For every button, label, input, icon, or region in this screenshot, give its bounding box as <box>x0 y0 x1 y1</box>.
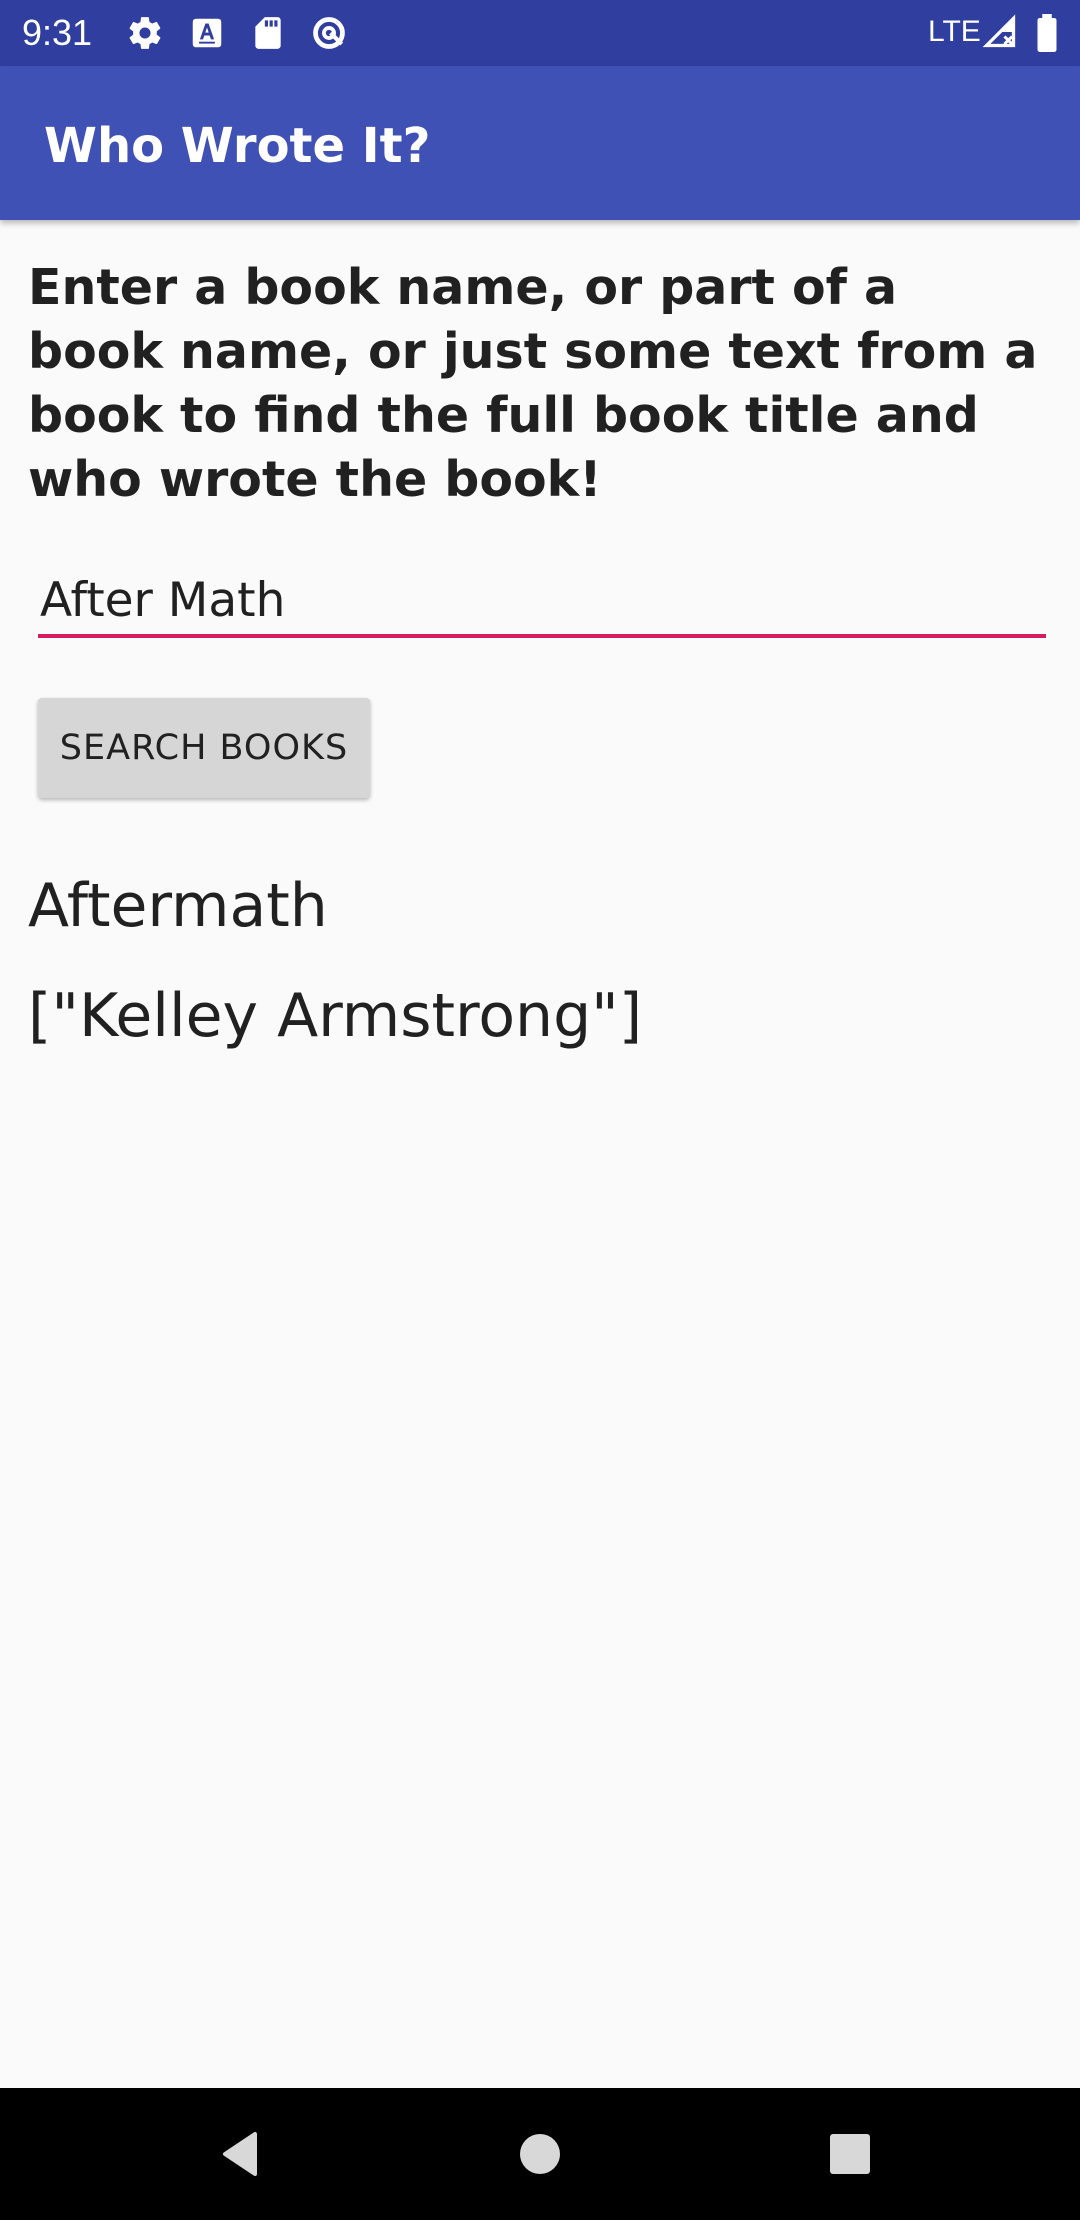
recents-icon[interactable] <box>784 2088 916 2220</box>
text-a-icon <box>188 14 226 52</box>
home-icon[interactable] <box>474 2088 606 2220</box>
battery-icon <box>1034 14 1060 52</box>
book-search-input[interactable] <box>38 566 1046 638</box>
result-book-author: ["Kelley Armstrong"] <box>28 981 643 1051</box>
result-book-title: Aftermath <box>28 871 328 941</box>
instructions-text: Enter a book name, or part of a book nam… <box>28 259 1038 508</box>
status-time: 9:31 <box>22 12 93 53</box>
network-type: LTE <box>928 15 981 48</box>
app-title: Who Wrote It? <box>44 118 431 174</box>
data-saver-icon <box>310 14 348 52</box>
settings-icon <box>126 14 164 52</box>
status-bar: 9:31 LTE <box>0 0 1080 66</box>
app-bar: Who Wrote It? <box>0 66 1080 220</box>
search-books-button[interactable]: SEARCH BOOKS <box>38 698 370 798</box>
navigation-bar <box>0 2088 1080 2220</box>
sd-card-icon <box>249 14 287 52</box>
screen: 9:31 LTE Who Wrote It? Enter a book name… <box>0 0 1080 2220</box>
signal-icon <box>982 14 1018 50</box>
back-icon[interactable] <box>174 2088 306 2220</box>
